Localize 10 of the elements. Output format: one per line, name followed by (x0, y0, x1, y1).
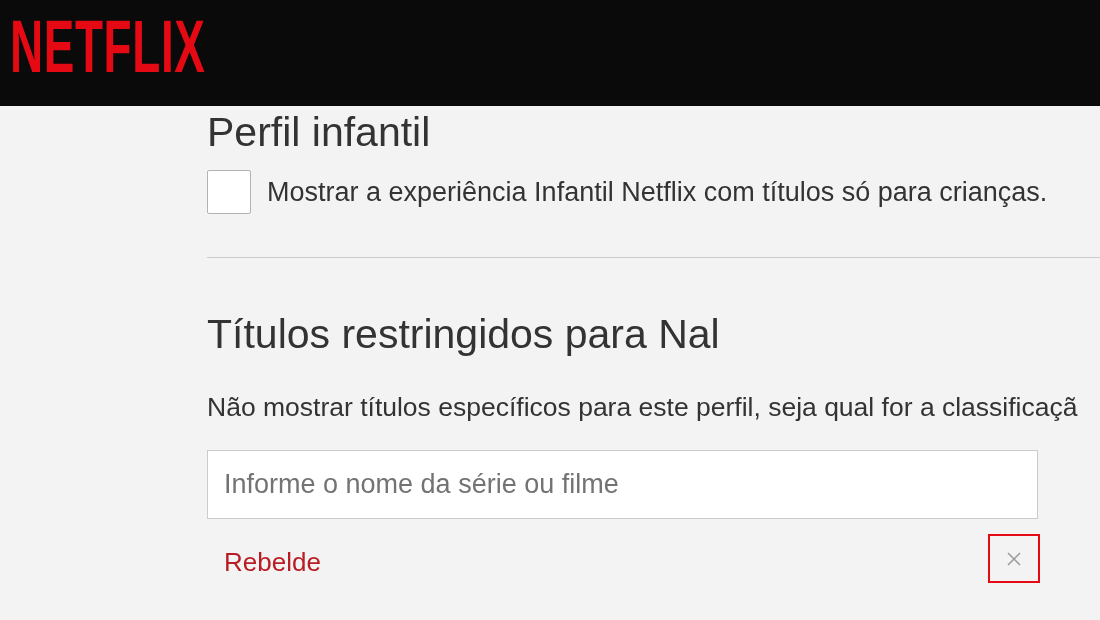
checkbox-label: Mostrar a experiência Infantil Netflix com títulos só para crianças. (267, 176, 1048, 208)
section-heading: Títulos restringidos para Nal (207, 312, 720, 356)
netflix-logo[interactable]: NETFLIX (10, 20, 206, 74)
restricted-title: Rebelde (224, 546, 321, 577)
section-description: Não mostrar títulos específicos para este perfil, seja qual for a classificaçã (207, 391, 1078, 423)
remove-button[interactable] (988, 534, 1040, 583)
checkbox[interactable] (207, 170, 251, 214)
title-search-field[interactable]: Informe o nome da série ou filme (207, 450, 1038, 519)
close-icon (1007, 551, 1021, 566)
section-heading: Perfil infantil (207, 110, 431, 154)
